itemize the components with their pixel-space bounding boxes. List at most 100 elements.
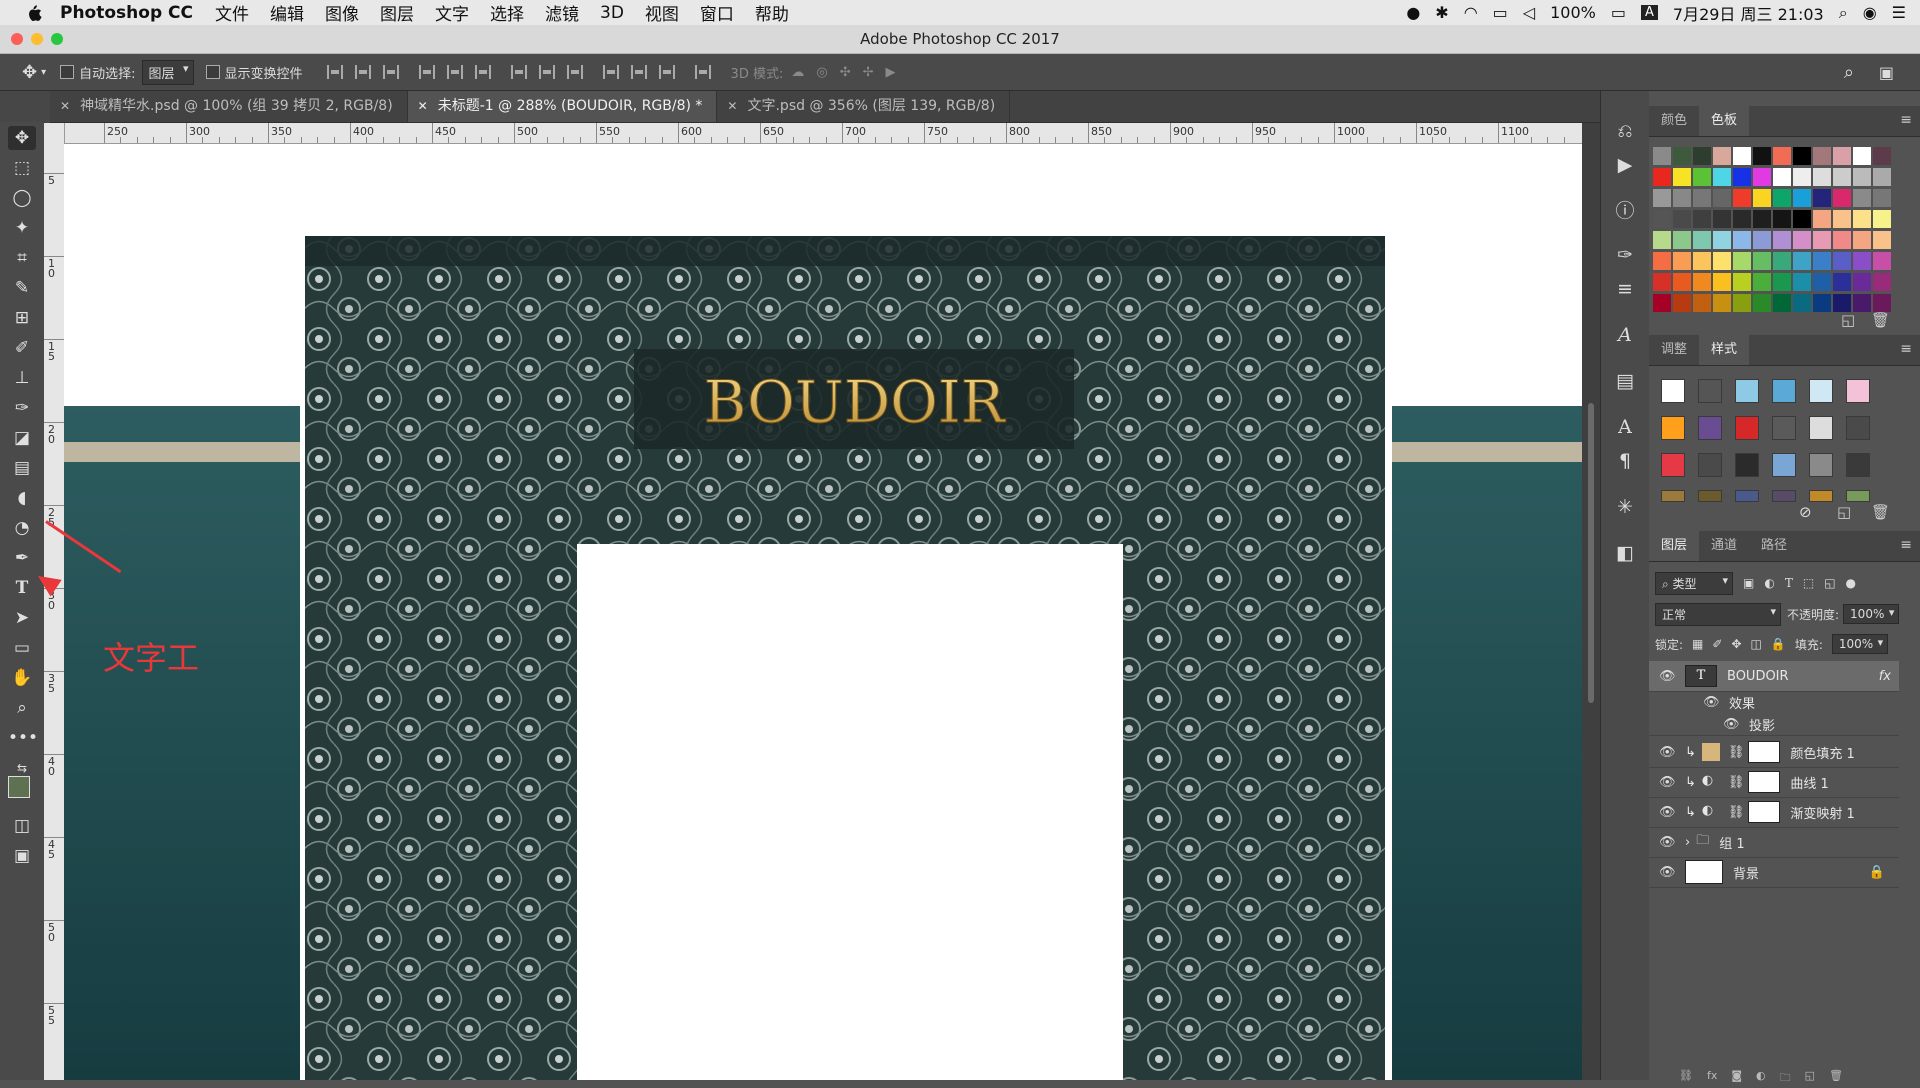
actions-panel-icon[interactable]: ▶ [1613,153,1637,177]
color-swatch[interactable] [1693,294,1711,312]
lock-artboard-icon[interactable]: ◫ [1751,637,1762,651]
align-bottom-icon[interactable] [382,65,399,79]
brush-settings-icon[interactable]: ≡ [1613,277,1637,301]
tab-document-3[interactable]: ✕ 文字.psd @ 356% (图层 139, RGB/8) [717,91,1011,122]
color-swatch[interactable] [1773,231,1791,249]
menu-file[interactable]: 文件 [215,0,249,25]
color-swatch[interactable] [1693,168,1711,186]
color-swatch[interactable] [1853,147,1871,165]
color-swatch[interactable] [1873,147,1891,165]
search-icon[interactable]: ⌕ [1844,62,1854,83]
quick-mask-icon[interactable]: ◫ [8,814,36,838]
color-swatch[interactable] [1793,273,1811,291]
path-selection-tool-icon[interactable]: ➤ [8,606,36,630]
color-swatch[interactable] [1833,168,1851,186]
color-swatch[interactable] [1853,294,1871,312]
color-swatch[interactable] [1753,147,1771,165]
tab-document-2[interactable]: ✕ 未标题-1 @ 288% (BOUDOIR, RGB/8) * [407,91,718,122]
dodge-tool-icon[interactable]: ◔ [8,516,36,540]
color-swatch[interactable] [1833,210,1851,228]
panel-menu-icon[interactable]: ≡ [1900,112,1912,128]
style-preset[interactable] [1809,490,1833,502]
color-swatch[interactable] [1753,168,1771,186]
distribute-right-icon[interactable] [658,65,675,79]
color-swatch[interactable] [1753,231,1771,249]
color-swatch[interactable] [1653,252,1671,270]
layer-row-gradient-map[interactable]: 👁 ↳ ◐ ⛓ 渐变映射 1 [1649,797,1899,828]
style-preset[interactable] [1698,453,1722,477]
notification-icon[interactable]: ☰ [1892,3,1906,22]
color-swatch[interactable] [1653,168,1671,186]
style-preset[interactable] [1661,379,1685,403]
magic-wand-tool-icon[interactable]: ✦ [8,216,36,240]
style-preset[interactable] [1661,490,1685,502]
color-swatch[interactable] [1673,168,1691,186]
new-swatch-icon[interactable]: ◱ [1841,311,1855,329]
hand-tool-icon[interactable]: ✋ [8,666,36,690]
menu-help[interactable]: 帮助 [755,0,789,25]
layer-row-background[interactable]: 👁 背景 🔒 [1649,857,1899,888]
color-swatch[interactable] [1693,210,1711,228]
layer-row-curves[interactable]: 👁 ↳ ◐ ⛓ 曲线 1 [1649,767,1899,798]
color-swatch[interactable] [1873,210,1891,228]
rectangle-tool-icon[interactable]: ▭ [8,636,36,660]
color-swatch[interactable] [1733,189,1751,207]
style-preset[interactable] [1772,453,1796,477]
color-swatch[interactable] [1793,231,1811,249]
color-swatch[interactable] [1693,231,1711,249]
menu-filter[interactable]: 滤镜 [545,0,579,25]
menu-layer[interactable]: 图层 [380,0,414,25]
color-swatch[interactable] [1793,210,1811,228]
opacity-input[interactable]: 100% [1843,604,1900,624]
filter-adjustment-icon[interactable]: ◐ [1764,576,1774,590]
foreground-color-swatch[interactable] [8,776,30,798]
eye-icon[interactable]: 👁 [1659,805,1677,820]
pen-tool-icon[interactable]: ✒ [8,546,36,570]
color-swatch[interactable] [1733,168,1751,186]
tab-channels[interactable]: 通道 [1699,531,1749,561]
libraries-panel-icon[interactable]: ▤ [1613,369,1637,393]
style-preset[interactable] [1735,416,1759,440]
color-swatch[interactable] [1773,210,1791,228]
channels-panel-icon[interactable]: ◧ [1613,541,1637,565]
tab-layers[interactable]: 图层 [1649,531,1700,561]
style-preset[interactable] [1809,453,1833,477]
character-panel-icon[interactable]: A [1613,415,1637,439]
color-swatch[interactable] [1693,273,1711,291]
color-swatch[interactable] [1773,273,1791,291]
chevron-right-icon[interactable]: › [1685,835,1690,850]
color-swatch[interactable] [1713,252,1731,270]
color-swatch[interactable] [1753,210,1771,228]
color-swatch[interactable] [1733,273,1751,291]
style-preset[interactable] [1846,416,1870,440]
eye-icon[interactable]: 👁 [1703,695,1721,710]
bluetooth-icon[interactable]: ✱ [1435,3,1448,22]
filter-pixel-icon[interactable]: ▣ [1743,576,1754,590]
color-swatch[interactable] [1753,273,1771,291]
style-preset[interactable] [1846,453,1870,477]
color-swatch[interactable] [1833,273,1851,291]
color-swatch[interactable] [1753,294,1771,312]
color-swatch[interactable] [1853,210,1871,228]
menu-type[interactable]: 文字 [435,0,469,25]
color-swatch[interactable] [1793,189,1811,207]
color-swatch[interactable] [1833,189,1851,207]
menu-view[interactable]: 视图 [645,0,679,25]
brush-panel-icon[interactable]: ✑ [1613,243,1637,267]
color-swatch[interactable] [1793,252,1811,270]
gradient-tool-icon[interactable]: ▤ [8,456,36,480]
3d-pan-icon[interactable]: ✣ [840,65,851,80]
lasso-tool-icon[interactable]: ◯ [8,186,36,210]
eye-icon[interactable]: 👁 [1723,717,1741,732]
color-swatch[interactable] [1873,231,1891,249]
info-panel-icon[interactable]: ⓘ [1613,199,1637,223]
add-mask-icon[interactable]: ◙ [1731,1069,1742,1082]
layer-row-group[interactable]: 👁 › 🗀 组 1 [1649,827,1899,858]
color-swatch[interactable] [1653,189,1671,207]
workspace-icon[interactable]: ▣ [1879,63,1894,82]
eye-icon[interactable]: 👁 [1659,775,1677,790]
align-right-icon[interactable] [474,65,491,79]
filter-smart-icon[interactable]: ◱ [1824,576,1835,590]
zoom-tool-icon[interactable]: ⌕ [8,696,36,720]
close-tab-icon[interactable]: ✕ [60,99,70,113]
